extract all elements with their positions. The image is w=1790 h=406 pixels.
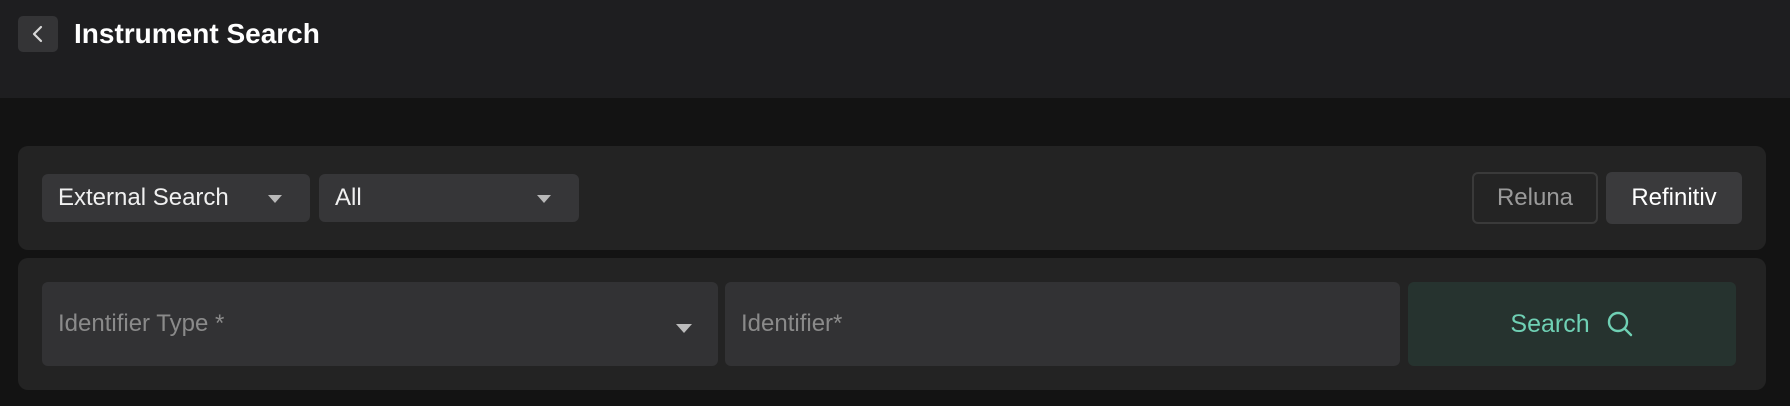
provider-button-reluna[interactable]: Reluna: [1472, 172, 1598, 224]
back-button[interactable]: [18, 16, 58, 52]
chevron-down-icon: [676, 324, 692, 333]
chevron-left-icon: [32, 25, 43, 43]
identifier-input[interactable]: Identifier*: [725, 282, 1400, 366]
chevron-down-icon: [268, 195, 282, 203]
scope-select[interactable]: All: [319, 174, 579, 222]
search-button[interactable]: Search: [1408, 282, 1736, 366]
filter-panel: External Search All Reluna Refinitiv: [18, 146, 1766, 250]
provider-button-refinitiv[interactable]: Refinitiv: [1606, 172, 1742, 224]
page-title: Instrument Search: [74, 18, 320, 49]
chevron-down-icon: [537, 195, 551, 203]
search-panel: Identifier Type * Identifier* Search: [18, 258, 1766, 390]
identifier-placeholder: Identifier*: [741, 310, 843, 337]
scope-select-value: All: [335, 184, 362, 211]
source-select-value: External Search: [58, 184, 229, 211]
source-select[interactable]: External Search: [42, 174, 310, 222]
top-bar: Instrument Search: [0, 0, 1790, 98]
identifier-type-placeholder: Identifier Type *: [58, 310, 225, 337]
identifier-type-select[interactable]: Identifier Type *: [42, 282, 718, 366]
search-icon: [1607, 311, 1632, 337]
search-button-label: Search: [1510, 309, 1590, 338]
